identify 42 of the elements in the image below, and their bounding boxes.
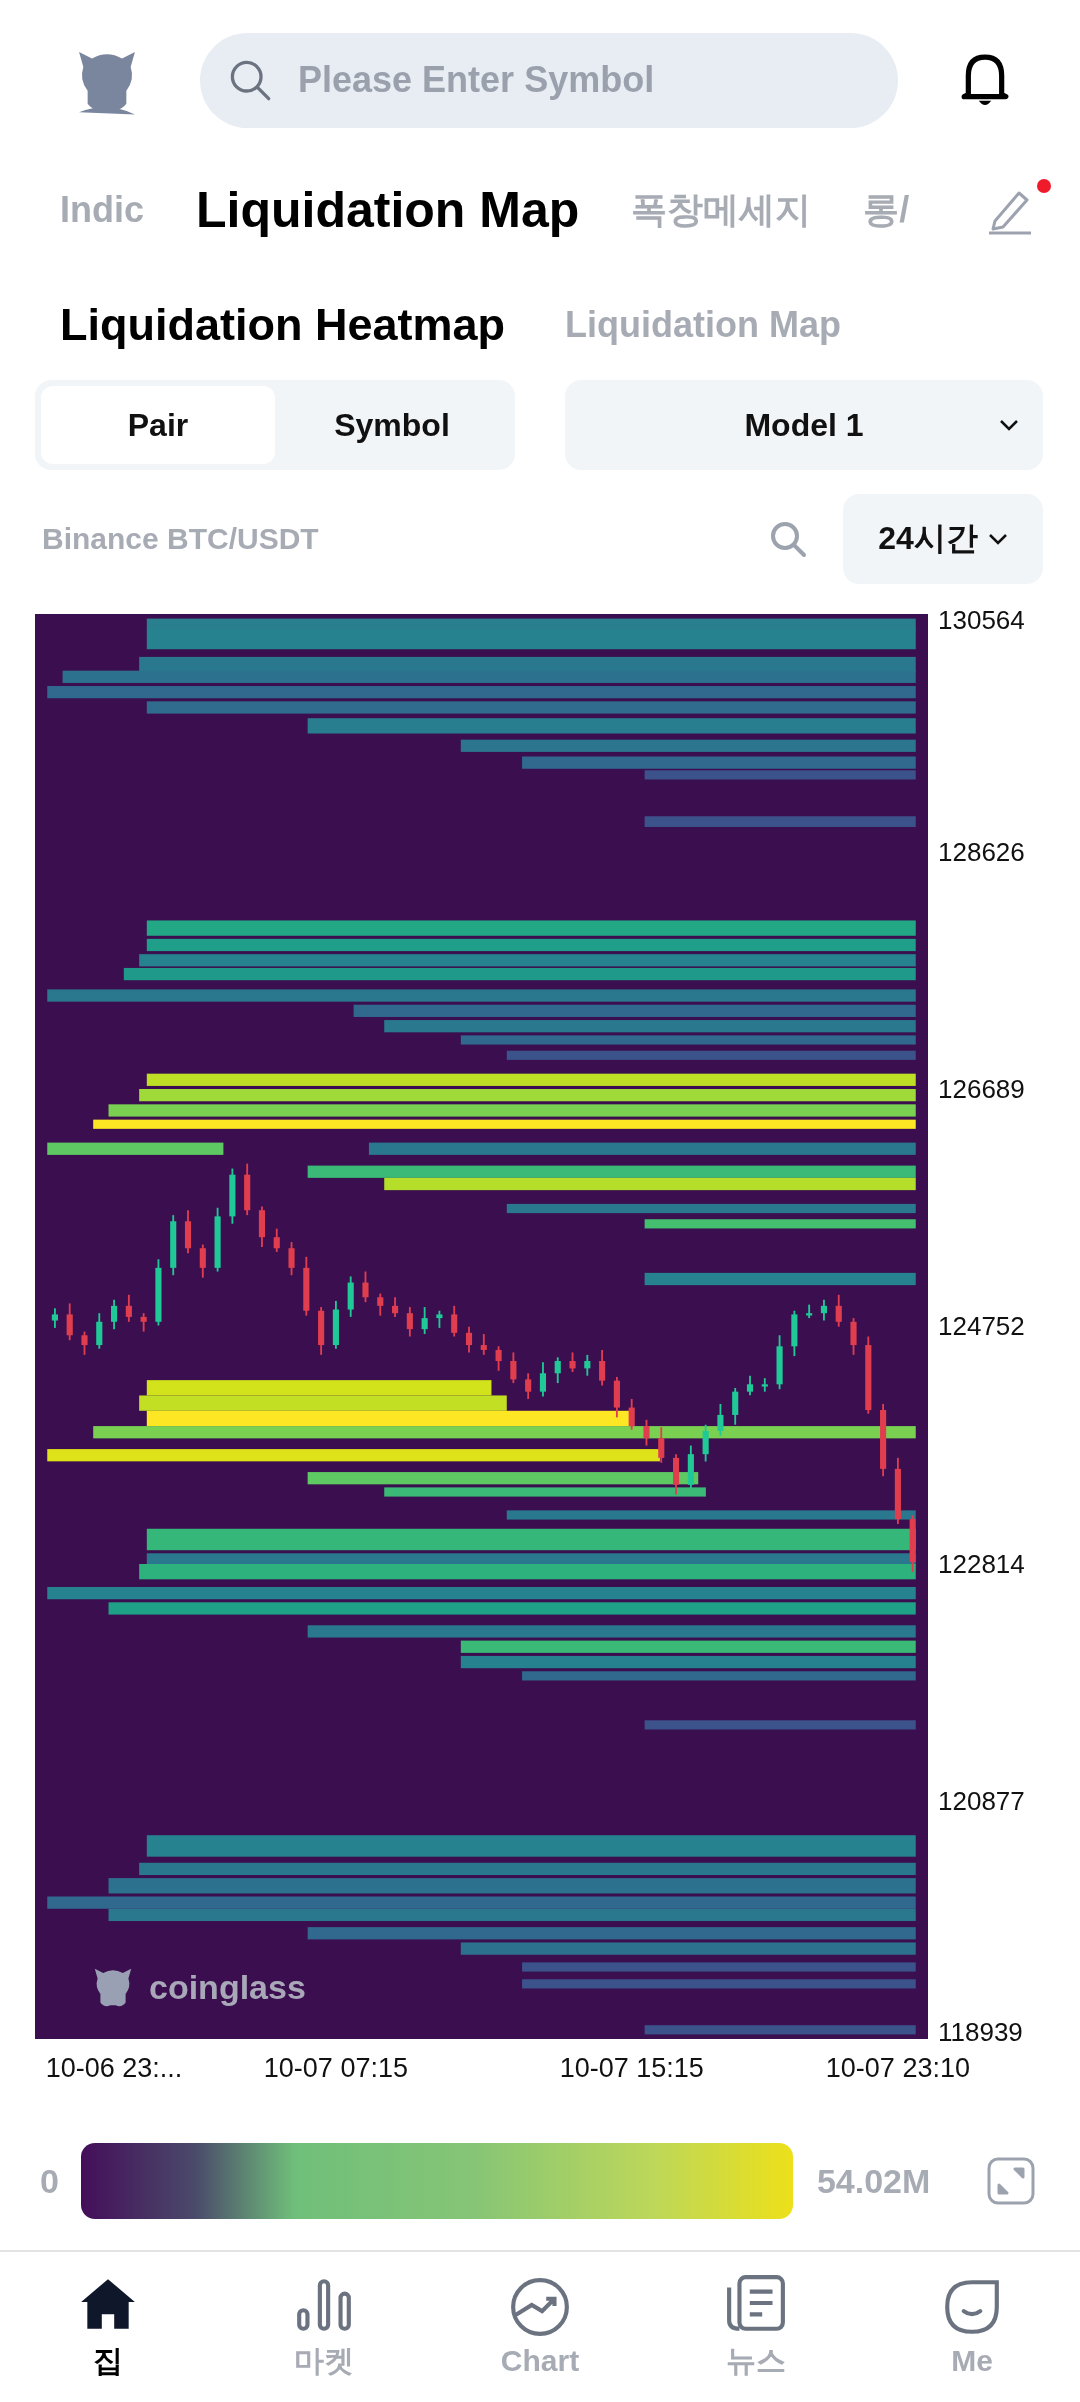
axis-label: 124752	[938, 1310, 1025, 1342]
nav-item[interactable]: 뉴스	[648, 2252, 864, 2402]
candlestick	[643, 1418, 650, 1447]
candlestick	[850, 1317, 857, 1356]
axis-label: 10-07 23:10	[825, 2053, 970, 2084]
model-dropdown[interactable]: Model 1	[565, 380, 1043, 470]
nav-item[interactable]: Me	[864, 2252, 1080, 2402]
candlestick	[362, 1270, 369, 1304]
axis-label: 120877	[938, 1785, 1025, 1817]
segment-option[interactable]: Pair	[41, 386, 275, 464]
pair-label: Binance BTC/USDT	[42, 522, 319, 556]
candlestick	[569, 1351, 576, 1373]
tab[interactable]: Liquidation Map	[196, 181, 580, 239]
axis-label: 10-07 15:15	[559, 2053, 704, 2084]
nav-item[interactable]: Chart	[432, 2252, 648, 2402]
sub-tab[interactable]: Liquidation Heatmap	[60, 299, 505, 351]
candlestick	[288, 1241, 295, 1277]
nav-item[interactable]: 마켓	[216, 2252, 432, 2402]
sub-tab[interactable]: Liquidation Map	[565, 304, 841, 346]
axis-label: 10-07 07:15	[263, 2053, 408, 2084]
search-field[interactable]: Please Enter Symbol	[200, 32, 898, 128]
caret-icon	[987, 533, 1008, 545]
axis-label: 130564	[938, 604, 1025, 636]
axis-label: 10-06 23:...	[45, 2053, 183, 2084]
legend-max: 54.02M	[816, 2161, 931, 2201]
trend-circle-icon	[509, 2276, 571, 2338]
tab[interactable]: 폭창메세지	[631, 185, 812, 235]
tab[interactable]: 롱/	[863, 185, 910, 235]
axis-label: 126689	[938, 1073, 1025, 1105]
caret-icon	[999, 419, 1019, 431]
watermark-text: coinglass	[149, 1967, 306, 2007]
segment-option[interactable]: Symbol	[275, 386, 509, 464]
tab[interactable]: Indic	[60, 189, 144, 231]
nav-item[interactable]: 집	[0, 2252, 216, 2402]
search-icon[interactable]	[768, 519, 808, 559]
period-dropdown[interactable]: 24시간	[843, 494, 1043, 584]
candlestick	[81, 1330, 88, 1356]
legend-min: 0	[40, 2161, 59, 2201]
axis-label: 122814	[938, 1548, 1025, 1580]
expand-icon[interactable]	[987, 2157, 1035, 2205]
axis-label: 128626	[938, 836, 1025, 868]
axis-label: 118939	[938, 2017, 1023, 2049]
